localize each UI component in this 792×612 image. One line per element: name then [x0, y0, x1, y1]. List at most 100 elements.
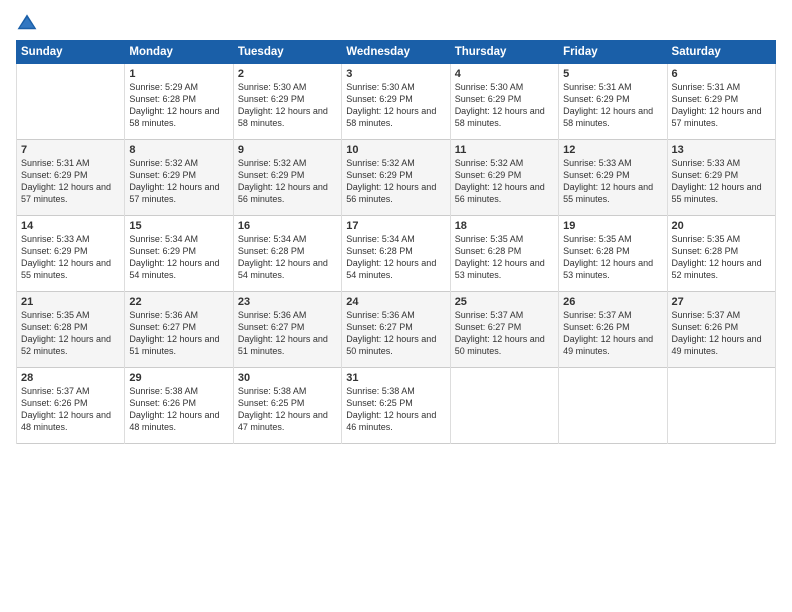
- calendar-cell: 22Sunrise: 5:36 AMSunset: 6:27 PMDayligh…: [125, 292, 233, 368]
- calendar-cell: 10Sunrise: 5:32 AMSunset: 6:29 PMDayligh…: [342, 140, 450, 216]
- calendar-header-row: SundayMondayTuesdayWednesdayThursdayFrid…: [17, 41, 776, 64]
- day-number: 10: [346, 144, 445, 156]
- calendar-table: SundayMondayTuesdayWednesdayThursdayFrid…: [16, 40, 776, 444]
- calendar-cell: 14Sunrise: 5:33 AMSunset: 6:29 PMDayligh…: [17, 216, 125, 292]
- day-number: 19: [563, 220, 662, 232]
- calendar-cell: [450, 368, 558, 444]
- calendar-cell: 25Sunrise: 5:37 AMSunset: 6:27 PMDayligh…: [450, 292, 558, 368]
- day-number: 3: [346, 68, 445, 80]
- cell-info: Sunrise: 5:35 AMSunset: 6:28 PMDaylight:…: [672, 233, 771, 282]
- calendar-cell: 23Sunrise: 5:36 AMSunset: 6:27 PMDayligh…: [233, 292, 341, 368]
- day-number: 5: [563, 68, 662, 80]
- page: SundayMondayTuesdayWednesdayThursdayFrid…: [0, 0, 792, 612]
- calendar-cell: 24Sunrise: 5:36 AMSunset: 6:27 PMDayligh…: [342, 292, 450, 368]
- calendar-cell: [559, 368, 667, 444]
- calendar-cell: 17Sunrise: 5:34 AMSunset: 6:28 PMDayligh…: [342, 216, 450, 292]
- cell-info: Sunrise: 5:32 AMSunset: 6:29 PMDaylight:…: [346, 157, 445, 206]
- cell-info: Sunrise: 5:36 AMSunset: 6:27 PMDaylight:…: [346, 309, 445, 358]
- cell-info: Sunrise: 5:32 AMSunset: 6:29 PMDaylight:…: [455, 157, 554, 206]
- cell-info: Sunrise: 5:31 AMSunset: 6:29 PMDaylight:…: [21, 157, 120, 206]
- day-number: 30: [238, 372, 337, 384]
- day-number: 21: [21, 296, 120, 308]
- cell-info: Sunrise: 5:35 AMSunset: 6:28 PMDaylight:…: [21, 309, 120, 358]
- calendar-cell: 16Sunrise: 5:34 AMSunset: 6:28 PMDayligh…: [233, 216, 341, 292]
- day-number: 15: [129, 220, 228, 232]
- calendar-cell: 21Sunrise: 5:35 AMSunset: 6:28 PMDayligh…: [17, 292, 125, 368]
- cell-info: Sunrise: 5:34 AMSunset: 6:28 PMDaylight:…: [238, 233, 337, 282]
- cell-info: Sunrise: 5:31 AMSunset: 6:29 PMDaylight:…: [672, 81, 771, 130]
- calendar-cell: [17, 64, 125, 140]
- calendar-cell: 19Sunrise: 5:35 AMSunset: 6:28 PMDayligh…: [559, 216, 667, 292]
- header-day-thursday: Thursday: [450, 41, 558, 64]
- logo: [16, 12, 42, 34]
- calendar-cell: 3Sunrise: 5:30 AMSunset: 6:29 PMDaylight…: [342, 64, 450, 140]
- cell-info: Sunrise: 5:33 AMSunset: 6:29 PMDaylight:…: [21, 233, 120, 282]
- cell-info: Sunrise: 5:38 AMSunset: 6:25 PMDaylight:…: [238, 385, 337, 434]
- calendar-cell: 1Sunrise: 5:29 AMSunset: 6:28 PMDaylight…: [125, 64, 233, 140]
- cell-info: Sunrise: 5:37 AMSunset: 6:26 PMDaylight:…: [563, 309, 662, 358]
- cell-info: Sunrise: 5:33 AMSunset: 6:29 PMDaylight:…: [563, 157, 662, 206]
- cell-info: Sunrise: 5:37 AMSunset: 6:26 PMDaylight:…: [21, 385, 120, 434]
- calendar-week-4: 21Sunrise: 5:35 AMSunset: 6:28 PMDayligh…: [17, 292, 776, 368]
- cell-info: Sunrise: 5:34 AMSunset: 6:28 PMDaylight:…: [346, 233, 445, 282]
- header-day-wednesday: Wednesday: [342, 41, 450, 64]
- cell-info: Sunrise: 5:30 AMSunset: 6:29 PMDaylight:…: [238, 81, 337, 130]
- day-number: 27: [672, 296, 771, 308]
- calendar-cell: 5Sunrise: 5:31 AMSunset: 6:29 PMDaylight…: [559, 64, 667, 140]
- cell-info: Sunrise: 5:32 AMSunset: 6:29 PMDaylight:…: [238, 157, 337, 206]
- header-day-tuesday: Tuesday: [233, 41, 341, 64]
- calendar-cell: 6Sunrise: 5:31 AMSunset: 6:29 PMDaylight…: [667, 64, 775, 140]
- calendar-cell: 20Sunrise: 5:35 AMSunset: 6:28 PMDayligh…: [667, 216, 775, 292]
- day-number: 13: [672, 144, 771, 156]
- calendar-cell: 30Sunrise: 5:38 AMSunset: 6:25 PMDayligh…: [233, 368, 341, 444]
- day-number: 26: [563, 296, 662, 308]
- header-day-saturday: Saturday: [667, 41, 775, 64]
- header-day-friday: Friday: [559, 41, 667, 64]
- day-number: 31: [346, 372, 445, 384]
- day-number: 4: [455, 68, 554, 80]
- day-number: 7: [21, 144, 120, 156]
- calendar-week-3: 14Sunrise: 5:33 AMSunset: 6:29 PMDayligh…: [17, 216, 776, 292]
- header: [16, 12, 776, 34]
- calendar-cell: 29Sunrise: 5:38 AMSunset: 6:26 PMDayligh…: [125, 368, 233, 444]
- calendar-cell: 27Sunrise: 5:37 AMSunset: 6:26 PMDayligh…: [667, 292, 775, 368]
- calendar-cell: 8Sunrise: 5:32 AMSunset: 6:29 PMDaylight…: [125, 140, 233, 216]
- cell-info: Sunrise: 5:30 AMSunset: 6:29 PMDaylight:…: [346, 81, 445, 130]
- day-number: 28: [21, 372, 120, 384]
- calendar-week-1: 1Sunrise: 5:29 AMSunset: 6:28 PMDaylight…: [17, 64, 776, 140]
- cell-info: Sunrise: 5:33 AMSunset: 6:29 PMDaylight:…: [672, 157, 771, 206]
- cell-info: Sunrise: 5:36 AMSunset: 6:27 PMDaylight:…: [129, 309, 228, 358]
- calendar-cell: 13Sunrise: 5:33 AMSunset: 6:29 PMDayligh…: [667, 140, 775, 216]
- calendar-cell: 7Sunrise: 5:31 AMSunset: 6:29 PMDaylight…: [17, 140, 125, 216]
- cell-info: Sunrise: 5:34 AMSunset: 6:29 PMDaylight:…: [129, 233, 228, 282]
- day-number: 25: [455, 296, 554, 308]
- calendar-cell: 28Sunrise: 5:37 AMSunset: 6:26 PMDayligh…: [17, 368, 125, 444]
- cell-info: Sunrise: 5:29 AMSunset: 6:28 PMDaylight:…: [129, 81, 228, 130]
- calendar-cell: 12Sunrise: 5:33 AMSunset: 6:29 PMDayligh…: [559, 140, 667, 216]
- cell-info: Sunrise: 5:38 AMSunset: 6:26 PMDaylight:…: [129, 385, 228, 434]
- day-number: 11: [455, 144, 554, 156]
- calendar-cell: 11Sunrise: 5:32 AMSunset: 6:29 PMDayligh…: [450, 140, 558, 216]
- calendar-cell: 15Sunrise: 5:34 AMSunset: 6:29 PMDayligh…: [125, 216, 233, 292]
- day-number: 9: [238, 144, 337, 156]
- cell-info: Sunrise: 5:30 AMSunset: 6:29 PMDaylight:…: [455, 81, 554, 130]
- calendar-cell: 4Sunrise: 5:30 AMSunset: 6:29 PMDaylight…: [450, 64, 558, 140]
- day-number: 16: [238, 220, 337, 232]
- day-number: 23: [238, 296, 337, 308]
- day-number: 20: [672, 220, 771, 232]
- day-number: 18: [455, 220, 554, 232]
- calendar-cell: 2Sunrise: 5:30 AMSunset: 6:29 PMDaylight…: [233, 64, 341, 140]
- day-number: 29: [129, 372, 228, 384]
- cell-info: Sunrise: 5:31 AMSunset: 6:29 PMDaylight:…: [563, 81, 662, 130]
- day-number: 12: [563, 144, 662, 156]
- header-day-sunday: Sunday: [17, 41, 125, 64]
- day-number: 14: [21, 220, 120, 232]
- cell-info: Sunrise: 5:38 AMSunset: 6:25 PMDaylight:…: [346, 385, 445, 434]
- calendar-cell: 18Sunrise: 5:35 AMSunset: 6:28 PMDayligh…: [450, 216, 558, 292]
- cell-info: Sunrise: 5:36 AMSunset: 6:27 PMDaylight:…: [238, 309, 337, 358]
- calendar-cell: 26Sunrise: 5:37 AMSunset: 6:26 PMDayligh…: [559, 292, 667, 368]
- cell-info: Sunrise: 5:32 AMSunset: 6:29 PMDaylight:…: [129, 157, 228, 206]
- logo-icon: [16, 12, 38, 34]
- cell-info: Sunrise: 5:37 AMSunset: 6:26 PMDaylight:…: [672, 309, 771, 358]
- cell-info: Sunrise: 5:35 AMSunset: 6:28 PMDaylight:…: [563, 233, 662, 282]
